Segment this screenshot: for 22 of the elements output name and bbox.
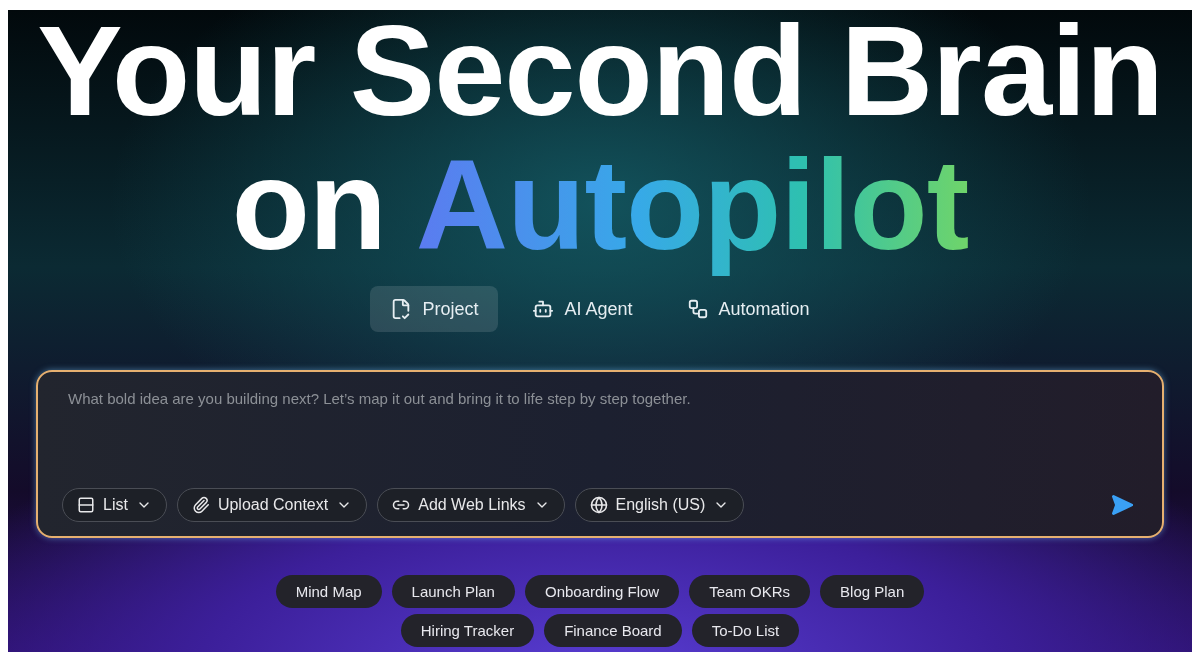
robot-icon — [532, 298, 555, 320]
option-dropdown[interactable]: Add Web Links — [377, 488, 565, 522]
list-icon — [77, 496, 95, 514]
suggestion-chip[interactable]: Team OKRs — [689, 575, 811, 608]
workflow-icon — [686, 298, 709, 320]
suggestion-chip[interactable]: Launch Plan — [391, 575, 515, 608]
paperclip-icon — [191, 496, 210, 514]
option-dropdown[interactable]: Upload Context — [176, 488, 368, 522]
prompt-field[interactable]: What bold idea are you building next? Let’s map it out and bring it to life step by step together. List Upload Context Add Web Links English (US) — [36, 370, 1164, 538]
mode-tab[interactable]: AI Agent — [512, 286, 653, 332]
globe-icon — [589, 496, 608, 514]
suggestion-chip[interactable]: Finance Board — [544, 614, 682, 647]
mode-tab[interactable]: Automation — [666, 286, 830, 332]
suggestion-chip[interactable]: Hiring Tracker — [400, 614, 535, 647]
suggestion-chip[interactable]: Mind Map — [275, 575, 382, 608]
suggestion-chip[interactable]: Blog Plan — [820, 575, 925, 608]
headline: Your Second Brain — [37, 10, 1163, 144]
suggestion-chip[interactable]: To-Do List — [691, 614, 800, 647]
suggestion-chip[interactable]: Onboarding Flow — [524, 575, 680, 608]
mode-tab[interactable]: Project — [370, 286, 499, 332]
option-dropdown[interactable]: English (US) — [574, 488, 745, 522]
option-dropdown[interactable]: List — [62, 488, 167, 522]
